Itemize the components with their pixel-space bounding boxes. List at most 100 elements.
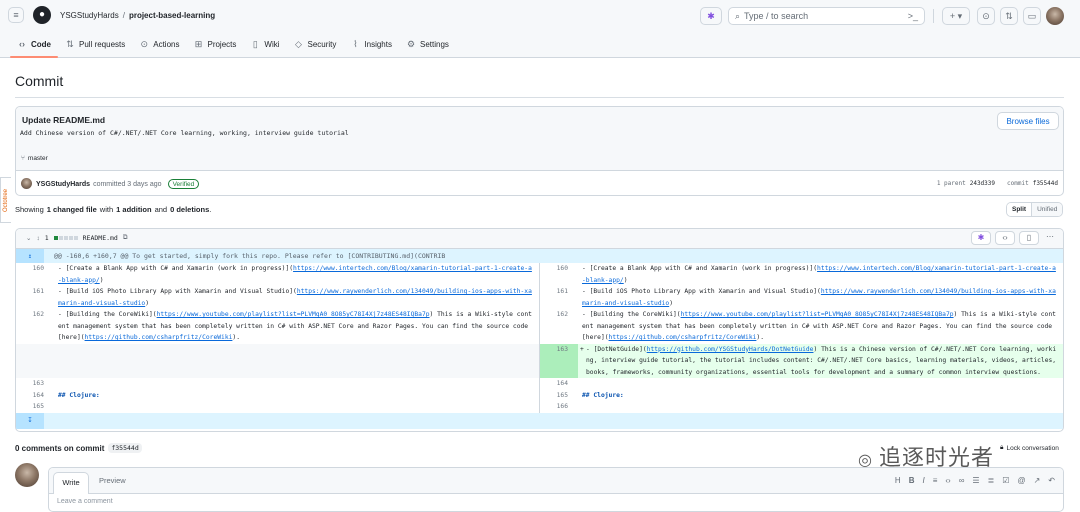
task-list-icon[interactable]: ☑	[1002, 476, 1009, 485]
diff-row: 165 166	[16, 401, 1063, 413]
code-link[interactable]: https://www.youtube.com/playlist?list=PL…	[681, 311, 954, 318]
split-view-button[interactable]: Split	[1007, 203, 1033, 216]
tab-label: Pull requests	[79, 39, 126, 49]
lock-conversation-button[interactable]: 🔒︎ Lock conversation	[1000, 444, 1059, 452]
bold-icon[interactable]: B	[909, 476, 915, 485]
line-number[interactable]: 162	[540, 309, 578, 344]
expand-all-icon[interactable]: ↕	[36, 235, 39, 242]
line-number[interactable]: 163	[540, 343, 578, 378]
undo-icon[interactable]: ↶	[1048, 476, 1055, 485]
code-link[interactable]: https://github.com/csharpfritz/CoreWiki	[85, 334, 233, 341]
code-icon: ‹›	[19, 39, 25, 49]
file-view-icon[interactable]: ▯	[1019, 231, 1039, 245]
expand-down-icon[interactable]: ↧	[16, 412, 44, 429]
unordered-list-icon[interactable]: ☰	[972, 476, 979, 485]
expand-up-icon[interactable]: ↥	[16, 249, 44, 263]
line-number[interactable]: 164	[540, 378, 578, 390]
code-icon[interactable]: ‹›	[945, 476, 950, 485]
line-number[interactable]: 164	[16, 390, 54, 402]
pull-requests-button[interactable]: ⇅	[1000, 7, 1018, 25]
copy-icon[interactable]: ⧉	[123, 234, 128, 242]
tab-insights[interactable]: ⌇ Insights	[343, 36, 399, 52]
line-number[interactable]: 160	[540, 263, 578, 286]
file-name[interactable]: README.md	[83, 234, 118, 242]
header-divider	[933, 9, 934, 23]
branch-name[interactable]: master	[28, 155, 48, 162]
line-number[interactable]: 162	[16, 309, 54, 344]
verified-badge[interactable]: Verified	[167, 179, 200, 189]
parent-sha[interactable]: 243d339	[970, 180, 995, 187]
commit-header: Update README.md Add Chinese version of …	[16, 107, 1063, 171]
create-new-button[interactable]: + ▾	[942, 7, 970, 25]
search-input[interactable]: ⌕ Type / to search >_	[728, 7, 925, 25]
tab-wiki[interactable]: ▯ Wiki	[243, 36, 286, 52]
diff-row-added: 163 + - [DotNetGuide](https://github.com/Y…	[16, 343, 1063, 378]
code-link[interactable]: https://github.com/YSGStudyHards/DotNetG…	[647, 346, 814, 353]
tab-pull-requests[interactable]: ⇅ Pull requests	[58, 36, 132, 52]
mention-icon[interactable]: @	[1017, 476, 1025, 485]
code-line: - [Create a Blank App with C# and Xamari…	[578, 263, 1063, 286]
line-number[interactable]: 165	[540, 390, 578, 402]
code-line: ## Clojure:	[582, 391, 624, 399]
issue-circle-icon: ⊙	[982, 10, 990, 21]
italic-icon[interactable]: I	[922, 476, 924, 485]
more-options-icon[interactable]: ⋯	[1043, 231, 1057, 245]
inbox-button[interactable]: ▭	[1023, 7, 1041, 25]
right-line: 166	[540, 401, 1063, 413]
github-logo-icon[interactable]: ●	[33, 6, 51, 24]
tab-projects[interactable]: ⊞ Projects	[186, 36, 243, 52]
repo-link[interactable]: project-based-learning	[129, 11, 215, 20]
code-text: - [Build iOS Photo Library App with Xama…	[582, 288, 821, 295]
line-number[interactable]: 163	[16, 378, 54, 390]
link-icon[interactable]: ∞	[959, 476, 965, 485]
code-view-icon[interactable]: ‹›	[995, 231, 1015, 245]
copilot-button[interactable]: ✱	[700, 7, 722, 25]
line-number[interactable]: 166	[540, 401, 578, 413]
hunk-header: ↥ @@ -160,6 +160,7 @@ To get started, si…	[16, 249, 1063, 263]
code-link[interactable]: https://www.youtube.com/playlist?list=PL…	[157, 311, 430, 318]
breadcrumb-separator: /	[122, 11, 125, 20]
commit-sha: f35544d	[1032, 180, 1058, 187]
line-number[interactable]: 161	[16, 286, 54, 309]
lock-icon: 🔒︎	[1000, 444, 1004, 451]
heading-icon[interactable]: H	[895, 476, 901, 485]
right-line: 162- [Building the CoreWiki](https://www…	[540, 309, 1063, 344]
line-number[interactable]: 165	[16, 401, 54, 413]
repo-nav: ‹› Code ⇅ Pull requests ⊙ Actions ⊞ Projects…	[10, 36, 456, 58]
author-name[interactable]: YSGStudyHards	[36, 181, 90, 188]
tab-settings[interactable]: ⚙ Settings	[399, 36, 456, 52]
menu-button[interactable]: ≡	[8, 7, 24, 23]
tab-actions[interactable]: ⊙ Actions	[132, 36, 186, 52]
reference-icon[interactable]: ↗	[1034, 476, 1041, 485]
write-tab[interactable]: Write	[53, 472, 89, 494]
diff-row: 161 - [Build iOS Photo Library App with X…	[16, 286, 1063, 309]
lock-label: Lock conversation	[1006, 444, 1059, 452]
unified-view-button[interactable]: Unified	[1032, 203, 1063, 216]
chevron-down-icon[interactable]: ⌄	[26, 234, 31, 242]
comment-textarea[interactable]: Leave a comment	[49, 494, 1063, 509]
line-number[interactable]: 161	[540, 286, 578, 309]
preview-tab[interactable]: Preview	[99, 476, 126, 485]
owner-link[interactable]: YSGStudyHards	[60, 11, 119, 20]
octotree-toggle[interactable]: Octotree	[0, 177, 11, 223]
ordered-list-icon[interactable]: ≣	[988, 476, 995, 485]
summary-text: .	[209, 205, 212, 214]
commit-details: Update README.md Add Chinese version of …	[15, 106, 1064, 196]
browse-files-button[interactable]: Browse files	[997, 112, 1059, 130]
tab-security[interactable]: ◇ Security	[287, 36, 344, 52]
code-text: )	[669, 299, 673, 307]
tab-label: Projects	[207, 39, 237, 49]
commit-shas: 1 parent 243d339 commit f35544d	[937, 180, 1058, 187]
pull-request-icon: ⇅	[66, 39, 74, 49]
line-number[interactable]: 160	[16, 263, 54, 286]
code-link[interactable]: https://github.com/csharpfritz/CoreWiki	[609, 334, 757, 341]
copilot-icon[interactable]: ✱	[971, 231, 991, 245]
right-line: 161 - [Build iOS Photo Library App with X…	[540, 286, 1063, 309]
author-avatar[interactable]	[21, 178, 32, 189]
quote-icon[interactable]: ≡	[933, 476, 938, 485]
tab-code[interactable]: ‹› Code	[10, 36, 58, 58]
command-palette-icon[interactable]: >_	[908, 11, 918, 21]
code-line: - [Build iOS Photo Library App with Xama…	[578, 286, 1063, 309]
issues-button[interactable]: ⊙	[977, 7, 995, 25]
user-avatar[interactable]	[1046, 7, 1064, 25]
